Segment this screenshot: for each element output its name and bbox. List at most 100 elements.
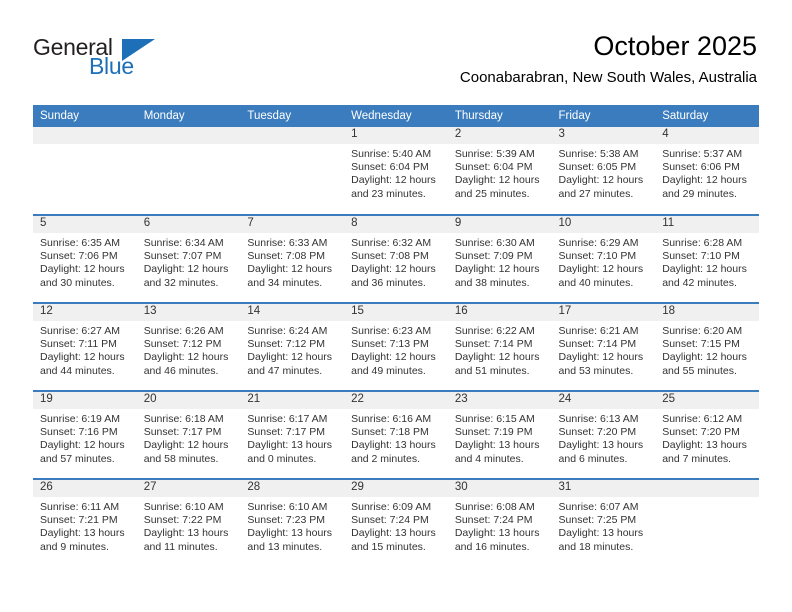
calendar-day-cell[interactable]: 11 Sunrise: 6:28 AM Sunset: 7:10 PM Dayligh… (655, 214, 759, 303)
calendar-day-cell[interactable]: 31 Sunrise: 6:07 AM Sunset: 7:25 PM Dayligh… (551, 478, 656, 567)
day-detail-line: Sunrise: 6:07 AM (558, 501, 639, 513)
calendar-day-cell[interactable]: 8 Sunrise: 6:32 AM Sunset: 7:08 PM Daylight… (344, 214, 448, 303)
calendar-day-cell[interactable]: 18 Sunrise: 6:20 AM Sunset: 7:15 PM Dayligh… (655, 302, 759, 391)
day-details: Sunrise: 6:27 AM Sunset: 7:11 PM Daylight:… (33, 321, 137, 378)
day-detail-line: Sunset: 7:12 PM (247, 338, 326, 351)
calendar-day-cell[interactable]: 21 Sunrise: 6:17 AM Sunset: 7:17 PM Dayligh… (240, 390, 345, 479)
calendar-day-cell[interactable]: 26 Sunrise: 6:11 AM Sunset: 7:21 PM Dayligh… (33, 478, 137, 567)
day-details: Sunrise: 6:22 AM Sunset: 7:14 PM Daylight:… (448, 321, 552, 378)
calendar-day-cell[interactable]: 3 Sunrise: 5:38 AM Sunset: 6:05 PM Daylight… (551, 127, 656, 215)
calendar-day-cell[interactable]: 24 Sunrise: 6:13 AM Sunset: 7:20 PM Dayligh… (551, 390, 656, 479)
calendar-day-cell[interactable]: 22 Sunrise: 6:16 AM Sunset: 7:18 PM Dayligh… (344, 390, 448, 479)
calendar-day-cell[interactable]: 2 Sunrise: 5:39 AM Sunset: 6:04 PM Daylight… (447, 127, 552, 215)
calendar-day-cell[interactable]: 29 Sunrise: 6:09 AM Sunset: 7:24 PM Dayligh… (344, 478, 448, 567)
day-detail-line: Sunrise: 6:11 AM (40, 501, 120, 513)
day-detail-line: and 44 minutes. (40, 364, 115, 377)
day-detail-line: Sunset: 7:10 PM (662, 250, 740, 263)
calendar-day-cell[interactable]: 7 Sunrise: 6:33 AM Sunset: 7:08 PM Daylight… (240, 214, 345, 303)
calendar-day-cell[interactable]: 9 Sunrise: 6:30 AM Sunset: 7:09 PM Daylight… (447, 214, 552, 303)
day-number (240, 127, 345, 144)
day-detail-line: Sunrise: 5:39 AM (454, 148, 535, 160)
day-detail-line: and 13 minutes. (247, 540, 323, 553)
day-number (655, 480, 759, 497)
day-detail-line: Daylight: 12 hours (558, 351, 644, 364)
weekday-header-friday: Friday (551, 105, 656, 127)
day-detail-line: Sunrise: 6:10 AM (247, 501, 328, 513)
day-detail-line: Daylight: 12 hours (40, 263, 125, 276)
day-detail-line: Sunset: 6:05 PM (558, 161, 637, 174)
day-detail-line: Sunset: 7:18 PM (351, 426, 429, 439)
calendar-day-cell[interactable]: 16 Sunrise: 6:22 AM Sunset: 7:14 PM Dayligh… (447, 302, 552, 391)
day-detail-line: Daylight: 13 hours (351, 439, 436, 452)
day-details (240, 144, 344, 148)
day-detail-line: Daylight: 12 hours (662, 174, 747, 187)
day-detail-line: and 15 minutes. (351, 540, 426, 553)
day-details: Sunrise: 6:09 AM Sunset: 7:24 PM Daylight:… (344, 497, 448, 554)
calendar-empty-cell (33, 127, 137, 215)
day-detail-line: and 16 minutes. (454, 540, 530, 553)
day-details: Sunrise: 6:08 AM Sunset: 7:24 PM Daylight:… (448, 497, 552, 554)
day-detail-line: Sunset: 7:14 PM (454, 338, 533, 351)
weekday-header-saturday: Saturday (655, 105, 759, 127)
day-detail-line: Sunrise: 6:34 AM (143, 237, 224, 249)
title-block: October 2025 Coonabarabran, New South Wa… (460, 30, 757, 88)
day-details: Sunrise: 6:24 AM Sunset: 7:12 PM Daylight:… (240, 321, 344, 378)
day-detail-line: Sunset: 7:15 PM (662, 338, 740, 351)
day-detail-line: Daylight: 12 hours (247, 263, 333, 276)
day-detail-line: Daylight: 13 hours (558, 439, 644, 452)
day-detail-line: Daylight: 12 hours (143, 263, 229, 276)
calendar-day-cell[interactable]: 13 Sunrise: 6:26 AM Sunset: 7:12 PM Dayligh… (136, 302, 241, 391)
day-detail-line: Sunrise: 6:28 AM (662, 237, 743, 249)
page-header: General Blue October 2025 Coonabarabran,… (0, 0, 792, 104)
calendar-day-cell[interactable]: 6 Sunrise: 6:34 AM Sunset: 7:07 PM Daylight… (136, 214, 241, 303)
calendar-day-cell[interactable]: 25 Sunrise: 6:12 AM Sunset: 7:20 PM Dayligh… (655, 390, 759, 479)
day-detail-line: Daylight: 13 hours (351, 527, 436, 540)
calendar-day-cell[interactable]: 27 Sunrise: 6:10 AM Sunset: 7:22 PM Dayligh… (136, 478, 241, 567)
day-number: 6 (136, 216, 241, 233)
day-number: 8 (344, 216, 448, 233)
calendar-day-cell[interactable]: 30 Sunrise: 6:08 AM Sunset: 7:24 PM Dayligh… (447, 478, 552, 567)
day-detail-line: and 2 minutes. (351, 452, 420, 465)
day-details: Sunrise: 6:23 AM Sunset: 7:13 PM Daylight:… (344, 321, 448, 378)
day-detail-line: and 6 minutes. (558, 452, 628, 465)
day-detail-line: Daylight: 13 hours (247, 527, 333, 540)
day-detail-line: and 23 minutes. (351, 187, 426, 200)
day-detail-line: Daylight: 12 hours (558, 263, 644, 276)
day-detail-line: and 34 minutes. (247, 276, 323, 289)
weekday-header-wednesday: Wednesday (344, 105, 448, 127)
day-detail-line: Daylight: 12 hours (143, 439, 229, 452)
calendar-day-cell[interactable]: 12 Sunrise: 6:27 AM Sunset: 7:11 PM Dayligh… (33, 302, 137, 391)
day-number: 27 (136, 480, 241, 497)
calendar-day-cell[interactable]: 4 Sunrise: 5:37 AM Sunset: 6:06 PM Daylight… (655, 127, 759, 215)
calendar-day-cell[interactable]: 19 Sunrise: 6:19 AM Sunset: 7:16 PM Dayligh… (33, 390, 137, 479)
day-detail-line: Sunrise: 6:12 AM (662, 413, 743, 425)
calendar-day-cell[interactable]: 17 Sunrise: 6:21 AM Sunset: 7:14 PM Dayligh… (551, 302, 656, 391)
calendar-day-cell[interactable]: 15 Sunrise: 6:23 AM Sunset: 7:13 PM Dayligh… (344, 302, 448, 391)
calendar-day-cell[interactable]: 1 Sunrise: 5:40 AM Sunset: 6:04 PM Daylight… (344, 127, 448, 215)
day-detail-line: and 47 minutes. (247, 364, 323, 377)
day-details: Sunrise: 6:07 AM Sunset: 7:25 PM Daylight:… (552, 497, 656, 554)
day-details: Sunrise: 6:21 AM Sunset: 7:14 PM Daylight:… (552, 321, 656, 378)
day-detail-line: Sunset: 7:06 PM (40, 250, 118, 263)
day-detail-line: Daylight: 12 hours (454, 263, 540, 276)
general-blue-logo[interactable]: General Blue (33, 34, 193, 82)
day-detail-line: and 42 minutes. (662, 276, 737, 289)
day-detail-line: Sunset: 7:12 PM (143, 338, 222, 351)
day-detail-line: and 27 minutes. (558, 187, 634, 200)
calendar-day-cell[interactable]: 10 Sunrise: 6:29 AM Sunset: 7:10 PM Dayligh… (551, 214, 656, 303)
day-detail-line: Sunset: 6:04 PM (454, 161, 533, 174)
day-detail-line: Sunrise: 6:20 AM (662, 325, 743, 337)
day-detail-line: Sunset: 7:07 PM (143, 250, 222, 263)
day-number (33, 127, 137, 144)
calendar-day-cell[interactable]: 28 Sunrise: 6:10 AM Sunset: 7:23 PM Dayligh… (240, 478, 345, 567)
calendar-day-cell[interactable]: 5 Sunrise: 6:35 AM Sunset: 7:06 PM Daylight… (33, 214, 137, 303)
calendar-day-cell[interactable]: 14 Sunrise: 6:24 AM Sunset: 7:12 PM Dayligh… (240, 302, 345, 391)
day-detail-line: and 49 minutes. (351, 364, 426, 377)
day-detail-line: Sunrise: 6:24 AM (247, 325, 328, 337)
calendar-day-cell[interactable]: 20 Sunrise: 6:18 AM Sunset: 7:17 PM Dayligh… (136, 390, 241, 479)
day-detail-line: and 32 minutes. (143, 276, 219, 289)
day-detail-line: Daylight: 12 hours (454, 174, 540, 187)
day-number (136, 127, 241, 144)
calendar-day-cell[interactable]: 23 Sunrise: 6:15 AM Sunset: 7:19 PM Dayligh… (447, 390, 552, 479)
day-detail-line: and 36 minutes. (351, 276, 426, 289)
